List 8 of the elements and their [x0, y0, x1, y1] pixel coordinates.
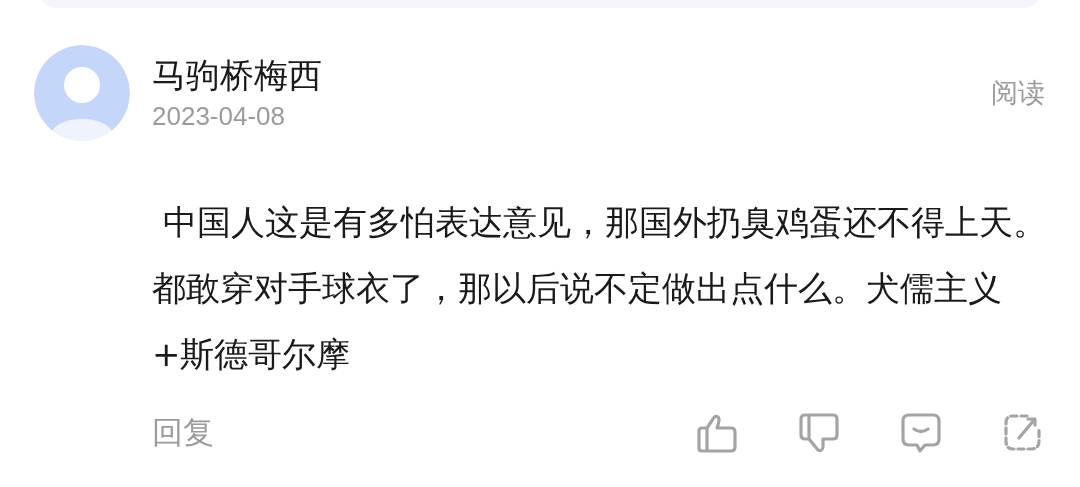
chat-bubble-icon[interactable]: [899, 411, 943, 455]
post-date: 2023-04-08: [152, 100, 286, 133]
thumbs-down-icon[interactable]: [797, 411, 841, 455]
read-link[interactable]: 阅读: [991, 75, 1045, 111]
avatar-icon: [34, 45, 130, 141]
reply-button[interactable]: 回复: [152, 412, 214, 454]
comment-text: 中国人这是有多怕表达意见，那国外扔臭鸡蛋还不得上天。都敢穿对手球衣了，那以后说不定做出点什么。犬儒主义+斯德哥尔摩: [152, 201, 1048, 376]
author-name: 马驹桥梅西: [152, 54, 322, 97]
